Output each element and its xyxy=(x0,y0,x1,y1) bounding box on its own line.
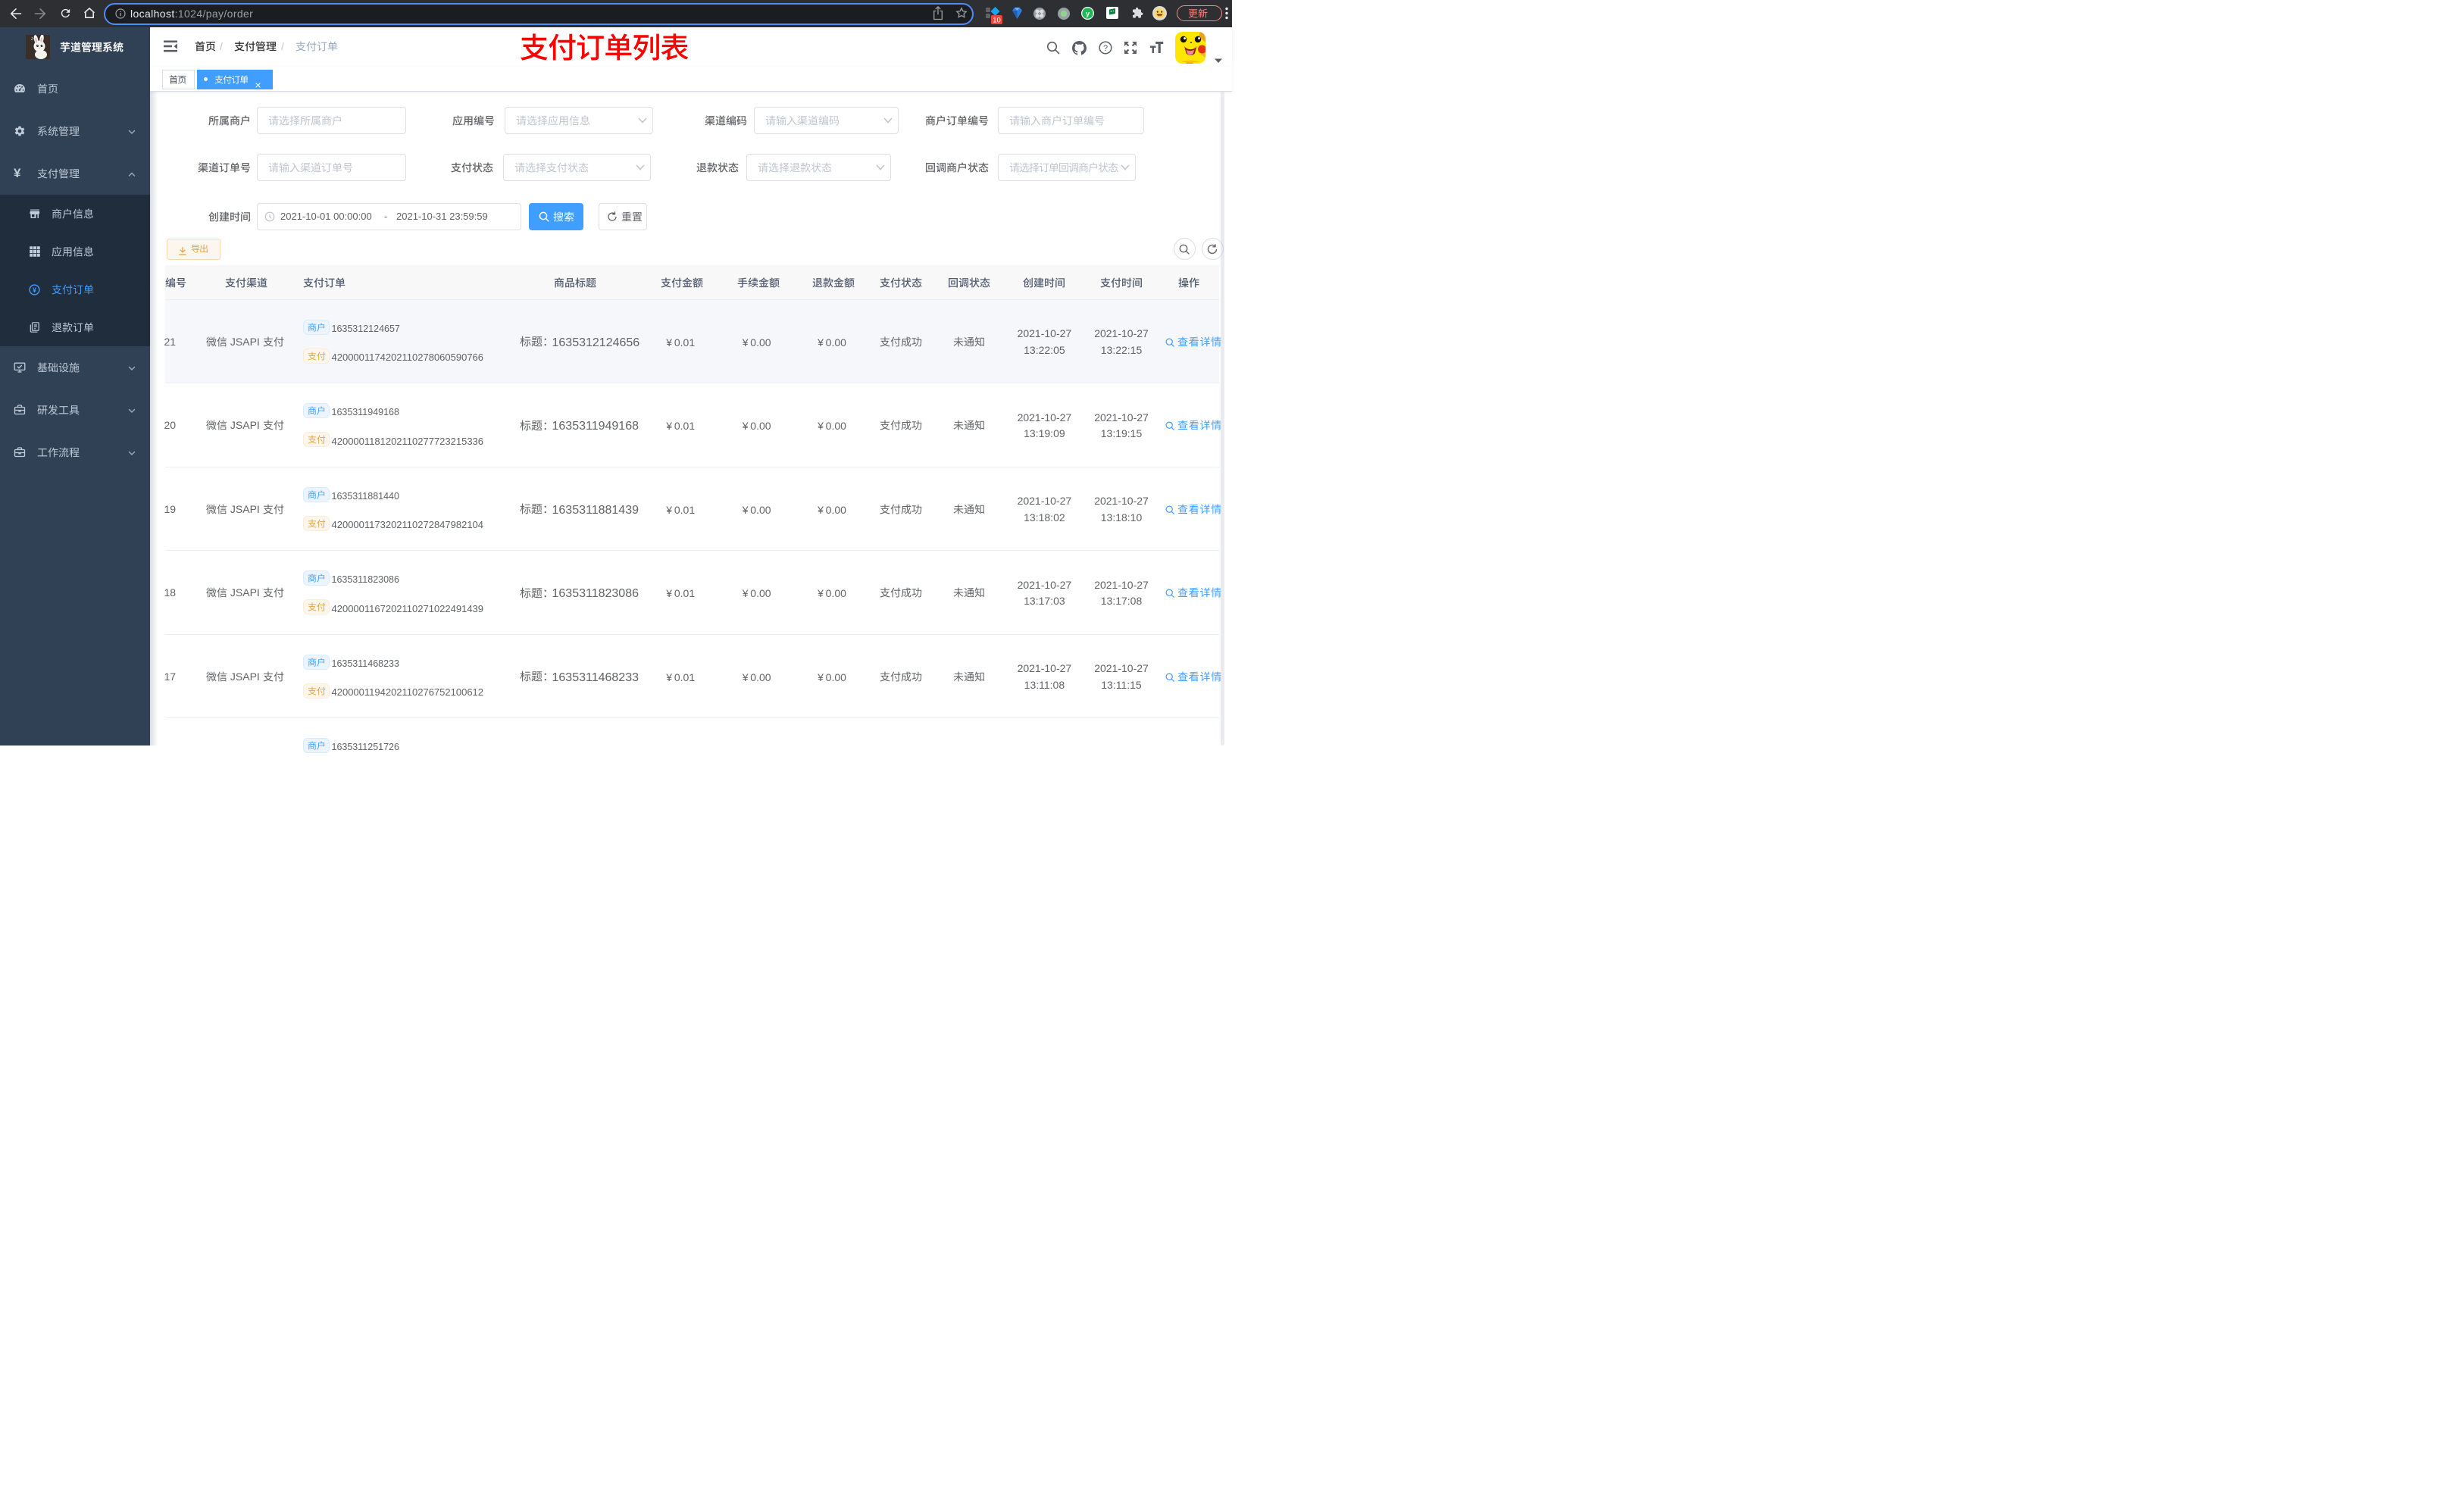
svg-text:10: 10 xyxy=(993,17,1001,25)
svg-text:y: y xyxy=(1086,10,1090,18)
svg-text:?: ? xyxy=(1102,44,1107,53)
svg-text:¥: ¥ xyxy=(33,286,36,294)
